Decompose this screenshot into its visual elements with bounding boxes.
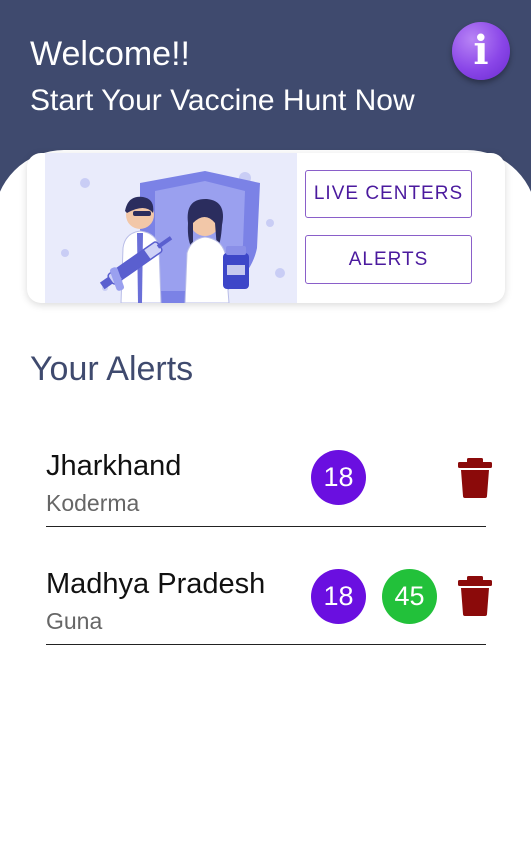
alert-district: Guna <box>46 608 103 634</box>
alert-district: Koderma <box>46 490 140 516</box>
banner-card: LIVE CENTERS ALERTS <box>27 153 505 303</box>
live-centers-button[interactable]: LIVE CENTERS <box>305 170 472 218</box>
info-button[interactable]: i <box>452 22 510 80</box>
welcome-title: Welcome!! <box>30 35 190 73</box>
alert-row: Madhya Pradesh Guna 18 45 <box>46 550 492 645</box>
age-45-badge: 45 <box>382 569 437 624</box>
vaccine-illustration <box>45 153 297 303</box>
age-18-badge: 18 <box>311 569 366 624</box>
alert-state: Jharkhand <box>46 450 182 482</box>
welcome-subtitle: Start Your Vaccine Hunt Now <box>30 84 415 117</box>
alerts-button[interactable]: ALERTS <box>305 235 472 284</box>
alert-state: Madhya Pradesh <box>46 568 266 600</box>
info-icon: i <box>473 27 489 74</box>
delete-icon[interactable] <box>458 576 492 616</box>
section-title: Your Alerts <box>30 350 194 388</box>
delete-icon[interactable] <box>458 458 492 498</box>
age-18-badge: 18 <box>311 450 366 505</box>
alert-row: Jharkhand Koderma 18 <box>46 432 492 527</box>
